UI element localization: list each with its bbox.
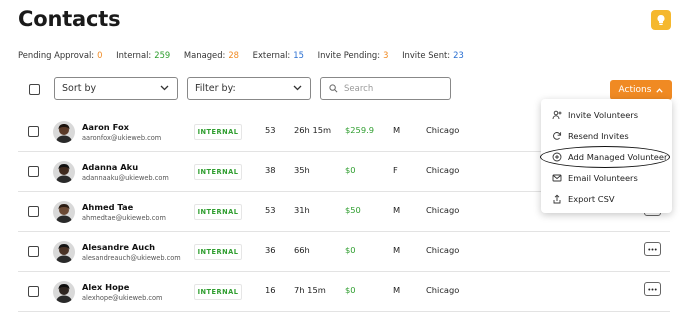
status-badge: INTERNAL: [194, 284, 242, 300]
row-checkbox[interactable]: [28, 206, 39, 217]
chevron-up-icon: [656, 87, 664, 93]
contact-name[interactable]: Adanna Aku: [82, 162, 138, 172]
contact-gender: M: [393, 205, 401, 215]
contact-hours: 35h: [294, 165, 310, 175]
chevron-down-icon: [293, 85, 302, 91]
contact-email: alesandreauch@ukieweb.com: [82, 254, 181, 262]
contact-amount: $0: [345, 285, 356, 295]
contact-amount: $50: [345, 205, 361, 215]
row-checkbox[interactable]: [28, 166, 39, 177]
search-input[interactable]: [344, 83, 444, 94]
contact-gender: M: [393, 125, 401, 135]
row-more-button[interactable]: [644, 282, 661, 296]
contact-city: Chicago: [426, 165, 460, 175]
contact-age: 16: [265, 285, 276, 295]
contact-name[interactable]: Aaron Fox: [82, 122, 129, 132]
search-icon: [329, 84, 338, 93]
row-checkbox[interactable]: [28, 286, 39, 297]
menu-item-add-managed-volunteer[interactable]: Add Managed Volunteer: [541, 148, 672, 166]
actions-button[interactable]: Actions: [610, 80, 672, 100]
contact-stats: Pending Approval: 0 Internal: 259 Managed:…: [18, 50, 475, 60]
contact-amount: $259.9: [345, 125, 375, 135]
contact-email: adannaaku@ukieweb.com: [82, 174, 169, 182]
contact-email: aaronfox@ukieweb.com: [82, 134, 162, 142]
contact-hours: 66h: [294, 245, 310, 255]
contact-city: Chicago: [426, 125, 460, 135]
avatar: [53, 161, 75, 183]
contact-age: 53: [265, 205, 276, 215]
contact-name[interactable]: Alex Hope: [82, 282, 129, 292]
contact-email: alexhope@ukieweb.com: [82, 294, 163, 302]
contact-name[interactable]: Ahmed Tae: [82, 202, 133, 212]
stat-invite-pending[interactable]: Invite Pending: 3: [318, 50, 389, 60]
contact-amount: $0: [345, 165, 356, 175]
status-badge: INTERNAL: [194, 124, 242, 140]
sort-by-select[interactable]: Sort by: [54, 77, 178, 100]
contact-gender: M: [393, 245, 401, 255]
row-more-button[interactable]: [644, 242, 661, 256]
status-badge: INTERNAL: [194, 204, 242, 220]
table-row[interactable]: Alex Hope alexhope@ukieweb.com INTERNAL 16 7…: [18, 272, 670, 312]
contact-hours: 7h 15m: [294, 285, 326, 295]
stat-pending-approval[interactable]: Pending Approval: 0: [18, 50, 102, 60]
mail-icon: [552, 174, 562, 182]
search-box: [320, 77, 451, 100]
contact-age: 38: [265, 165, 276, 175]
stat-managed[interactable]: Managed: 28: [184, 50, 239, 60]
export-icon: [553, 194, 561, 204]
filter-by-select[interactable]: Filter by:: [187, 77, 311, 100]
contact-hours: 31h: [294, 205, 310, 215]
stat-internal[interactable]: Internal: 259: [116, 50, 170, 60]
contact-email: ahmedtae@ukieweb.com: [82, 214, 166, 222]
avatar: [53, 121, 75, 143]
avatar: [53, 241, 75, 263]
person-add-icon: [552, 110, 562, 120]
contact-city: Chicago: [426, 285, 460, 295]
contact-age: 53: [265, 125, 276, 135]
menu-item-invite-volunteers[interactable]: Invite Volunteers: [541, 106, 672, 124]
contact-city: Chicago: [426, 245, 460, 255]
avatar: [53, 281, 75, 303]
menu-item-resend-invites[interactable]: Resend Invites: [541, 127, 672, 145]
contact-hours: 26h 15m: [294, 125, 332, 135]
more-horizontal-icon: [648, 248, 657, 250]
stat-invite-sent[interactable]: Invite Sent: 23: [402, 50, 464, 60]
refresh-icon: [553, 132, 562, 140]
contact-amount: $0: [345, 245, 356, 255]
contact-city: Chicago: [426, 205, 460, 215]
stat-external[interactable]: External: 15: [253, 50, 304, 60]
actions-menu: Invite Volunteers Resend Invites Add Man…: [541, 99, 672, 213]
plus-circle-icon: [552, 152, 562, 162]
lightbulb-button[interactable]: [651, 10, 671, 30]
row-checkbox[interactable]: [28, 246, 39, 257]
contact-name[interactable]: Alesandre Auch: [82, 242, 155, 252]
contact-gender: F: [393, 165, 398, 175]
chevron-down-icon: [160, 85, 169, 91]
table-row[interactable]: Alesandre Auch alesandreauch@ukieweb.com I…: [18, 232, 670, 272]
lightbulb-icon: [657, 14, 665, 25]
row-checkbox[interactable]: [28, 126, 39, 137]
contact-gender: M: [393, 285, 401, 295]
menu-item-email-volunteers[interactable]: Email Volunteers: [541, 169, 672, 187]
avatar: [53, 201, 75, 223]
page-title: Contacts: [18, 7, 121, 31]
more-horizontal-icon: [648, 288, 657, 290]
contact-age: 36: [265, 245, 276, 255]
menu-item-export-csv[interactable]: Export CSV: [541, 190, 672, 208]
select-all-checkbox[interactable]: [29, 84, 40, 95]
status-badge: INTERNAL: [194, 244, 242, 260]
status-badge: INTERNAL: [194, 164, 242, 180]
